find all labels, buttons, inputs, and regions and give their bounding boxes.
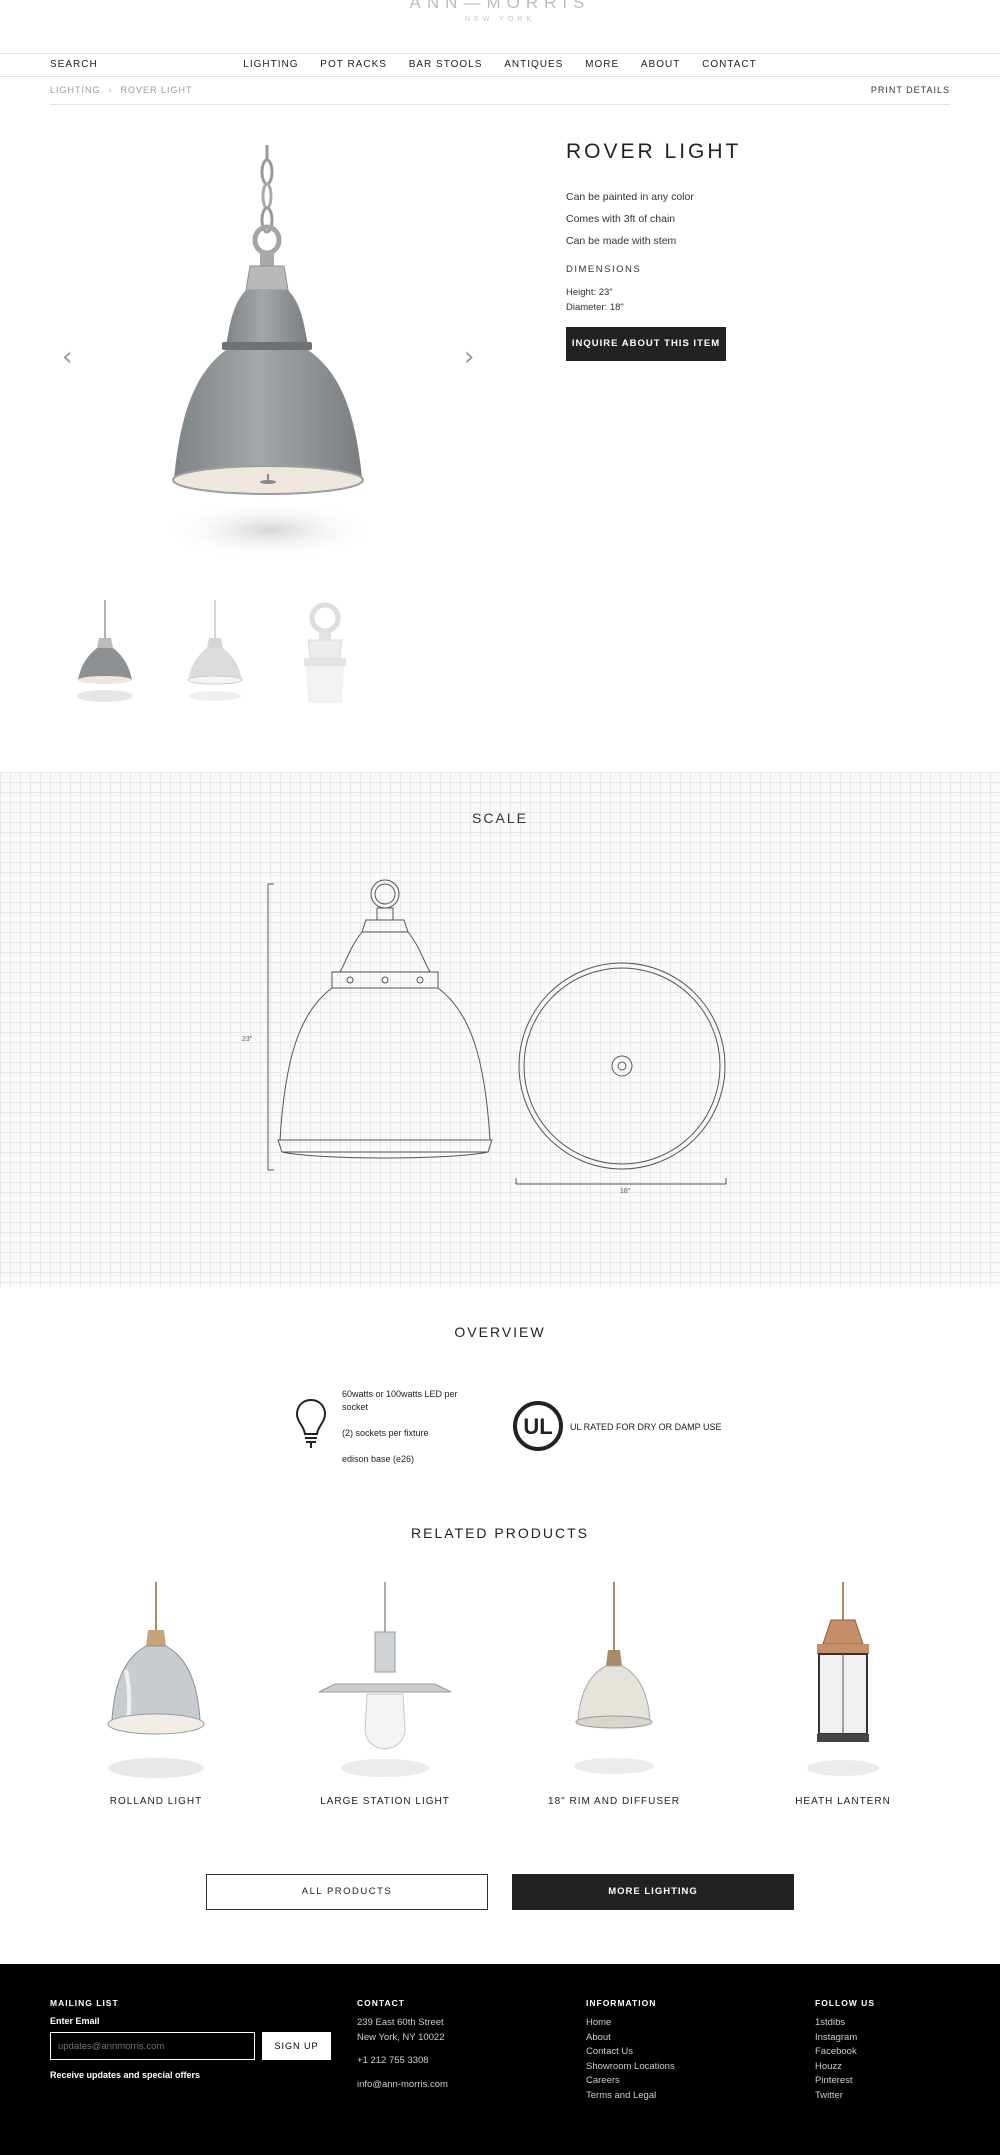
nav-item-contact[interactable]: CONTACT bbox=[702, 59, 757, 70]
scale-height-label: 23" bbox=[242, 1036, 253, 1043]
nav-item-pot-racks[interactable]: POT RACKS bbox=[320, 59, 387, 70]
site-logo[interactable]: ANN—MORRIS NEW YORK bbox=[0, 0, 1000, 23]
related-product-name: LARGE STATION LIGHT bbox=[320, 1796, 450, 1807]
site-footer: MAILING LIST Enter Email SIGN UP Receive… bbox=[0, 1964, 1000, 2155]
mailing-list-heading: MAILING LIST bbox=[50, 1998, 119, 2008]
ul-rating-text: UL RATED FOR DRY OR DAMP USE bbox=[570, 1422, 722, 1432]
gallery-prev-arrow[interactable]: ‹ bbox=[62, 342, 72, 372]
nav-item-more[interactable]: MORE bbox=[585, 59, 619, 70]
breadcrumb-current: ROVER LIGHT bbox=[120, 85, 193, 95]
all-products-button[interactable]: ALL PRODUCTS bbox=[206, 1874, 488, 1910]
divider bbox=[50, 104, 950, 105]
related-product-image bbox=[318, 1582, 452, 1777]
inquire-button[interactable]: INQUIRE ABOUT THIS ITEM bbox=[566, 327, 726, 361]
mailing-note: Receive updates and special offers bbox=[50, 2070, 201, 2080]
email-field[interactable] bbox=[50, 2032, 255, 2060]
nav-item-lighting[interactable]: LIGHTING bbox=[243, 59, 298, 70]
phone-link[interactable]: +1 212 755 3308 bbox=[357, 2054, 448, 2069]
footer-link-contact-us[interactable]: Contact Us bbox=[586, 2045, 675, 2060]
nav-item-antiques[interactable]: ANTIQUES bbox=[504, 59, 563, 70]
related-product-image bbox=[807, 1582, 879, 1776]
feature-item: Can be made with stem bbox=[566, 235, 677, 247]
thumbnail-3[interactable] bbox=[290, 598, 360, 703]
contact-details: 239 East 60th Street New York, NY 10022 … bbox=[357, 2016, 448, 2092]
related-products-title: RELATED PRODUCTS bbox=[411, 1525, 589, 1541]
information-heading: INFORMATION bbox=[586, 1998, 657, 2008]
information-links: Home About Contact Us Showroom Locations… bbox=[586, 2016, 675, 2103]
dimensions-heading: DIMENSIONS bbox=[566, 264, 642, 275]
email-label: Enter Email bbox=[50, 2016, 100, 2026]
email-link[interactable]: info@ann-morris.com bbox=[357, 2078, 448, 2093]
product-title: ROVER LIGHT bbox=[566, 140, 742, 163]
ul-certification-icon: UL bbox=[513, 1401, 563, 1451]
overview-title: OVERVIEW bbox=[454, 1324, 546, 1340]
footer-link-showroom-locations[interactable]: Showroom Locations bbox=[586, 2060, 675, 2075]
social-link-facebook[interactable]: Facebook bbox=[815, 2045, 857, 2060]
scale-section: SCALE 23" 18" bbox=[0, 772, 1000, 1287]
footer-link-about[interactable]: About bbox=[586, 2031, 675, 2046]
print-details-link[interactable]: PRINT DETAILS bbox=[871, 85, 950, 95]
nav-item-bar-stools[interactable]: BAR STOOLS bbox=[409, 59, 483, 70]
product-gallery: ‹ › bbox=[62, 130, 474, 576]
footer-link-careers[interactable]: Careers bbox=[586, 2074, 675, 2089]
product-features: Can be painted in any color Comes with 3… bbox=[566, 186, 946, 252]
related-product-name: 18" RIM AND DIFFUSER bbox=[548, 1796, 680, 1807]
related-product-card[interactable]: HEATH LANTERN bbox=[743, 1580, 943, 1807]
dimensions-list: Height: 23" Diameter: 18" bbox=[566, 285, 946, 315]
related-product-card[interactable]: 18" RIM AND DIFFUSER bbox=[514, 1580, 714, 1807]
logo-name: ANN—MORRIS bbox=[409, 0, 591, 12]
social-link-pinterest[interactable]: Pinterest bbox=[815, 2074, 857, 2089]
follow-us-heading: FOLLOW US bbox=[815, 1998, 875, 2008]
lightbulb-icon bbox=[295, 1398, 327, 1448]
ul-mark: UL bbox=[523, 1414, 552, 1439]
related-product-card[interactable]: ROLLAND LIGHT bbox=[56, 1580, 256, 1807]
product-thumbnails bbox=[70, 598, 370, 708]
social-link-twitter[interactable]: Twitter bbox=[815, 2089, 857, 2104]
spec-wattage: 60watts or 100watts LED per socket bbox=[342, 1389, 458, 1412]
related-product-image bbox=[107, 1582, 205, 1778]
more-lighting-button[interactable]: MORE LIGHTING bbox=[512, 1874, 794, 1910]
social-links: 1stdibs Instagram Facebook Houzz Pintere… bbox=[815, 2016, 857, 2103]
footer-link-terms[interactable]: Terms and Legal bbox=[586, 2089, 675, 2104]
product-info: ROVER LIGHT Can be painted in any color … bbox=[566, 140, 946, 361]
related-product-image bbox=[574, 1582, 654, 1774]
scale-drawing bbox=[267, 879, 727, 1185]
nav-item-about[interactable]: ABOUT bbox=[641, 59, 680, 70]
chevron-right-icon: › bbox=[108, 85, 113, 95]
feature-item: Comes with 3ft of chain bbox=[566, 213, 676, 225]
spec-sockets: (2) sockets per fixture bbox=[342, 1428, 429, 1438]
sign-up-button[interactable]: SIGN UP bbox=[262, 2032, 331, 2060]
product-main-image bbox=[160, 145, 380, 560]
breadcrumb: LIGHTING › ROVER LIGHT bbox=[50, 85, 193, 95]
spec-base: edison base (e26) bbox=[342, 1454, 415, 1464]
dimension-diameter: Diameter: 18" bbox=[566, 302, 624, 313]
breadcrumb-lighting[interactable]: LIGHTING bbox=[50, 85, 101, 95]
address-line: New York, NY 10022 bbox=[357, 2031, 445, 2043]
contact-heading: CONTACT bbox=[357, 1998, 405, 2008]
logo-city: NEW YORK bbox=[465, 16, 535, 23]
address-line: 239 East 60th Street bbox=[357, 2017, 444, 2028]
gallery-next-arrow[interactable]: › bbox=[464, 342, 474, 372]
scale-width-label: 18" bbox=[620, 1188, 631, 1195]
footer-link-home[interactable]: Home bbox=[586, 2016, 675, 2031]
related-product-name: ROLLAND LIGHT bbox=[109, 1796, 203, 1807]
feature-item: Can be painted in any color bbox=[566, 191, 694, 203]
thumbnail-1[interactable] bbox=[70, 598, 140, 703]
bulb-specs: 60watts or 100watts LED per socket (2) s… bbox=[342, 1388, 472, 1479]
social-link-1stdibs[interactable]: 1stdibs bbox=[815, 2016, 857, 2031]
nav-menu: LIGHTING POT RACKS BAR STOOLS ANTIQUES M… bbox=[0, 59, 1000, 70]
thumbnail-2[interactable] bbox=[180, 598, 250, 703]
related-product-card[interactable]: LARGE STATION LIGHT bbox=[285, 1580, 485, 1807]
dimension-height: Height: 23" bbox=[566, 287, 613, 298]
related-product-name: HEATH LANTERN bbox=[795, 1796, 891, 1807]
social-link-houzz[interactable]: Houzz bbox=[815, 2060, 857, 2075]
main-nav: SEARCH LIGHTING POT RACKS BAR STOOLS ANT… bbox=[0, 53, 1000, 77]
social-link-instagram[interactable]: Instagram bbox=[815, 2031, 857, 2046]
